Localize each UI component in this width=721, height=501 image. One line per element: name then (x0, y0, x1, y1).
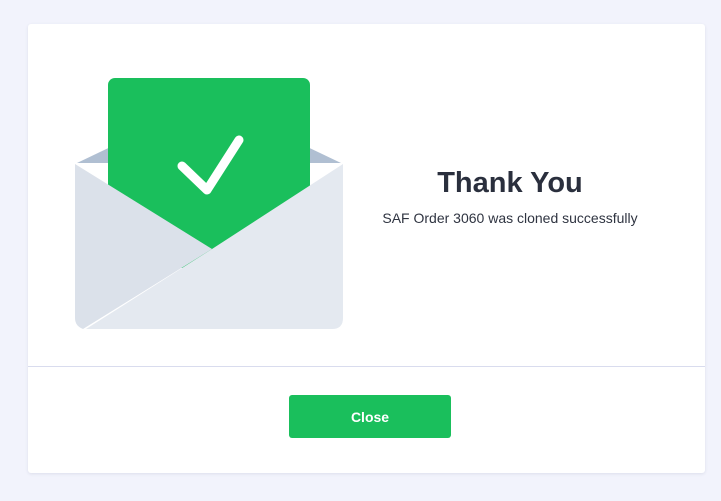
dialog-message: SAF Order 3060 was cloned successfully (382, 210, 638, 226)
dialog-title: Thank You (437, 167, 583, 199)
divider (28, 366, 705, 367)
message-block: Thank You SAF Order 3060 was cloned succ… (358, 166, 662, 227)
envelope-check-icon (75, 78, 343, 332)
close-button[interactable]: Close (289, 395, 451, 438)
success-dialog: Thank You SAF Order 3060 was cloned succ… (28, 24, 705, 473)
